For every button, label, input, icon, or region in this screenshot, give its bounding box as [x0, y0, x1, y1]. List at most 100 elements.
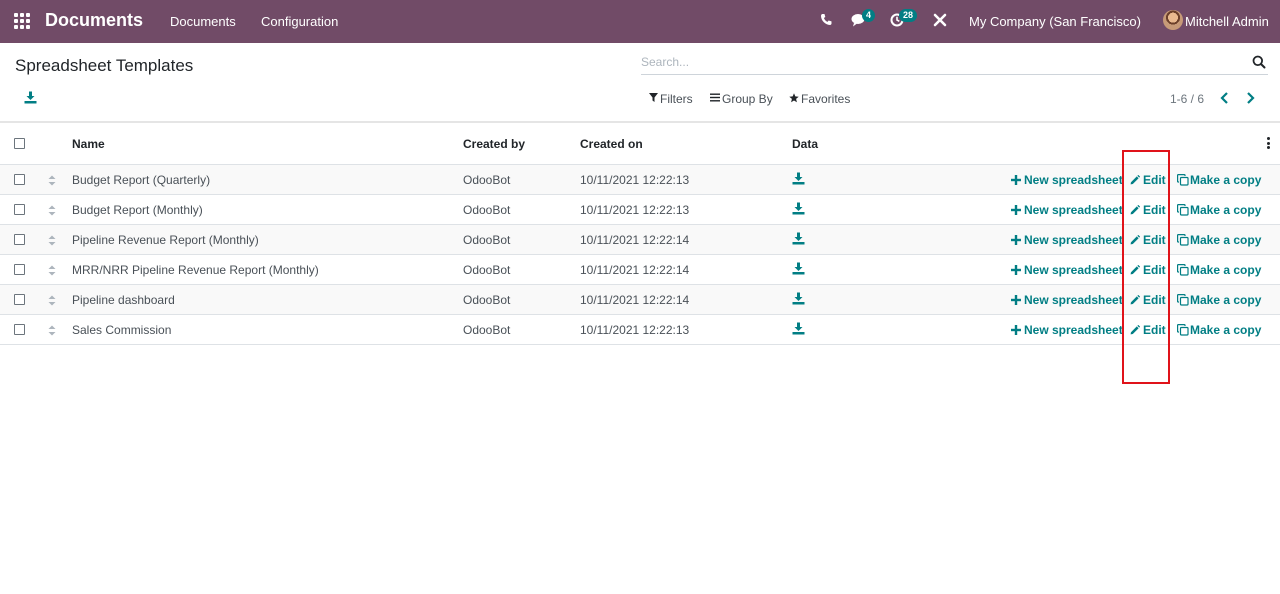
copy-icon — [1177, 204, 1189, 216]
new-spreadsheet-button[interactable]: New spreadsheet — [1011, 293, 1123, 307]
download-icon[interactable] — [792, 292, 805, 305]
cell-created-on[interactable]: 10/11/2021 12:22:14 — [580, 263, 689, 277]
group-by-label: Group By — [722, 92, 773, 106]
menu-documents[interactable]: Documents — [170, 14, 236, 29]
cell-created-by[interactable]: OdooBot — [463, 203, 510, 217]
pager-previous-icon[interactable] — [1220, 88, 1229, 109]
cell-name[interactable]: Sales Commission — [72, 323, 171, 337]
debug-tools-icon[interactable] — [933, 13, 947, 30]
user-avatar[interactable] — [1163, 10, 1183, 30]
drag-handle-icon[interactable] — [48, 174, 56, 186]
edit-column-highlight — [1122, 150, 1170, 384]
row-checkbox[interactable] — [14, 294, 25, 305]
make-copy-label: Make a copy — [1190, 293, 1262, 307]
filters-button[interactable]: Filters — [649, 92, 693, 106]
search-input[interactable] — [641, 51, 1241, 73]
favorites-button[interactable]: Favorites — [789, 92, 850, 106]
pager-value[interactable]: 1-6 / 6 — [1170, 92, 1204, 106]
make-copy-label: Make a copy — [1190, 173, 1262, 187]
optional-columns-icon[interactable] — [1267, 137, 1271, 149]
cell-created-by[interactable]: OdooBot — [463, 263, 510, 277]
page-title: Spreadsheet Templates — [15, 56, 194, 75]
drag-handle-icon[interactable] — [48, 264, 56, 276]
column-header-created-by[interactable]: Created by — [463, 137, 525, 151]
download-icon[interactable] — [792, 322, 805, 335]
plus-icon — [1011, 325, 1021, 335]
activities-badge: 28 — [899, 9, 918, 22]
new-spreadsheet-button[interactable]: New spreadsheet — [1011, 173, 1123, 187]
cell-created-by[interactable]: OdooBot — [463, 233, 510, 247]
download-icon[interactable] — [792, 202, 805, 215]
copy-icon — [1177, 234, 1189, 246]
drag-handle-icon[interactable] — [48, 204, 56, 216]
column-header-name[interactable]: Name — [72, 137, 105, 151]
table-row[interactable]: MRR/NRR Pipeline Revenue Report (Monthly… — [0, 255, 1280, 285]
make-copy-button[interactable]: Make a copy — [1177, 173, 1261, 187]
row-checkbox[interactable] — [14, 324, 25, 335]
cell-created-by[interactable]: OdooBot — [463, 293, 510, 307]
cell-name[interactable]: MRR/NRR Pipeline Revenue Report (Monthly… — [72, 263, 319, 277]
cell-name[interactable]: Pipeline dashboard — [72, 293, 175, 307]
pager-next-icon[interactable] — [1246, 88, 1255, 109]
row-checkbox[interactable] — [14, 264, 25, 275]
top-navbar: Documents Documents Configuration 4 28 M… — [0, 0, 1280, 43]
plus-icon — [1011, 295, 1021, 305]
new-spreadsheet-button[interactable]: New spreadsheet — [1011, 203, 1123, 217]
table-row[interactable]: Budget Report (Quarterly) OdooBot 10/11/20… — [0, 165, 1280, 195]
cell-created-on[interactable]: 10/11/2021 12:22:14 — [580, 233, 689, 247]
search-icon[interactable] — [1252, 55, 1266, 69]
download-icon[interactable] — [24, 91, 37, 104]
cell-created-on[interactable]: 10/11/2021 12:22:13 — [580, 203, 689, 217]
table-row[interactable]: Pipeline dashboard OdooBot 10/11/2021 12:2… — [0, 285, 1280, 315]
row-checkbox[interactable] — [14, 234, 25, 245]
plus-icon — [1011, 175, 1021, 185]
menu-configuration[interactable]: Configuration — [261, 14, 338, 29]
make-copy-button[interactable]: Make a copy — [1177, 203, 1261, 217]
make-copy-button[interactable]: Make a copy — [1177, 293, 1261, 307]
cell-name[interactable]: Pipeline Revenue Report (Monthly) — [72, 233, 259, 247]
drag-handle-icon[interactable] — [48, 294, 56, 306]
cell-name[interactable]: Budget Report (Quarterly) — [72, 173, 210, 187]
watermark-graphic — [987, 443, 1270, 562]
column-header-created-on[interactable]: Created on — [580, 137, 643, 151]
download-icon[interactable] — [792, 262, 805, 275]
apps-menu-icon[interactable] — [14, 13, 30, 29]
make-copy-button[interactable]: Make a copy — [1177, 233, 1261, 247]
table-row[interactable]: Budget Report (Monthly) OdooBot 10/11/2021… — [0, 195, 1280, 225]
new-spreadsheet-button[interactable]: New spreadsheet — [1011, 323, 1123, 337]
drag-handle-icon[interactable] — [48, 324, 56, 336]
plus-icon — [1011, 235, 1021, 245]
select-all-checkbox[interactable] — [14, 138, 25, 149]
cell-created-on[interactable]: 10/11/2021 12:22:14 — [580, 293, 689, 307]
new-spreadsheet-button[interactable]: New spreadsheet — [1011, 233, 1123, 247]
messages-badge: 4 — [862, 9, 876, 22]
cell-created-on[interactable]: 10/11/2021 12:22:13 — [580, 323, 689, 337]
row-checkbox[interactable] — [14, 204, 25, 215]
make-copy-button[interactable]: Make a copy — [1177, 323, 1261, 337]
cell-created-by[interactable]: OdooBot — [463, 323, 510, 337]
cell-name[interactable]: Budget Report (Monthly) — [72, 203, 203, 217]
download-icon[interactable] — [792, 172, 805, 185]
new-spreadsheet-button[interactable]: New spreadsheet — [1011, 263, 1123, 277]
make-copy-button[interactable]: Make a copy — [1177, 263, 1261, 277]
row-checkbox[interactable] — [14, 174, 25, 185]
group-by-button[interactable]: Group By — [710, 92, 773, 106]
company-switcher[interactable]: My Company (San Francisco) — [969, 14, 1141, 29]
new-spreadsheet-label: New spreadsheet — [1024, 323, 1123, 337]
table-row[interactable]: Pipeline Revenue Report (Monthly) OdooBot… — [0, 225, 1280, 255]
cell-created-on[interactable]: 10/11/2021 12:22:13 — [580, 173, 689, 187]
new-spreadsheet-label: New spreadsheet — [1024, 203, 1123, 217]
new-spreadsheet-label: New spreadsheet — [1024, 173, 1123, 187]
download-icon[interactable] — [792, 232, 805, 245]
new-spreadsheet-label: New spreadsheet — [1024, 293, 1123, 307]
drag-handle-icon[interactable] — [48, 234, 56, 246]
plus-icon — [1011, 205, 1021, 215]
filter-icon — [649, 93, 658, 105]
cell-created-by[interactable]: OdooBot — [463, 173, 510, 187]
app-title[interactable]: Documents — [45, 10, 143, 31]
phone-icon[interactable] — [820, 13, 832, 29]
column-header-data[interactable]: Data — [792, 137, 818, 151]
table-row[interactable]: Sales Commission OdooBot 10/11/2021 12:22:… — [0, 315, 1280, 345]
user-menu[interactable]: Mitchell Admin — [1185, 14, 1269, 29]
table-header: Name Created by Created on Data — [0, 123, 1280, 165]
